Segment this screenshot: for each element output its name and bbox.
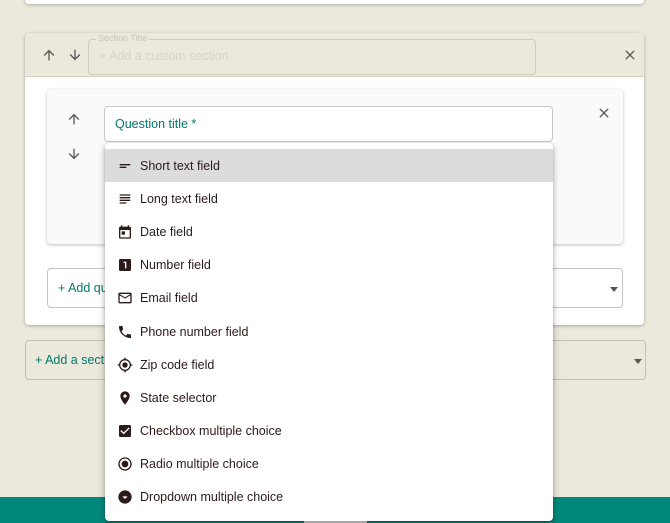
add-question-caret-icon: [610, 287, 618, 292]
section-title-label: Section Title: [96, 33, 150, 43]
number-one-icon: [117, 257, 133, 273]
menu-item-label: Phone number field: [140, 324, 249, 339]
add-question-label: + Add qu: [58, 281, 108, 295]
question-title-label: Question title *: [115, 117, 197, 131]
menu-item-long-text[interactable]: Long text field: [105, 182, 553, 215]
remove-section-close-icon[interactable]: [619, 44, 641, 66]
short-text-icon: [117, 158, 133, 174]
menu-item-checkbox-choice[interactable]: Checkbox multiple choice: [105, 415, 553, 448]
move-section-down-icon[interactable]: [64, 44, 86, 66]
menu-item-radio-choice[interactable]: Radio multiple choice: [105, 448, 553, 481]
section-title-field[interactable]: Section Title: [88, 33, 536, 75]
previous-card-edge: [25, 0, 644, 4]
menu-item-label: Checkbox multiple choice: [140, 424, 282, 439]
radio-button-icon: [117, 456, 133, 472]
menu-item-label: Long text field: [140, 191, 218, 206]
menu-item-email[interactable]: Email field: [105, 282, 553, 315]
move-question-down-icon[interactable]: [63, 143, 85, 165]
menu-item-label: Email field: [140, 291, 198, 306]
move-question-up-icon[interactable]: [63, 108, 85, 130]
mail-icon: [117, 290, 133, 306]
menu-item-label: Short text field: [140, 158, 220, 173]
menu-item-dropdown-choice[interactable]: Dropdown multiple choice: [105, 481, 553, 514]
field-type-menu: Short text field Long text field Date fi…: [105, 143, 553, 521]
menu-item-short-text[interactable]: Short text field: [105, 149, 553, 183]
long-text-icon: [117, 191, 133, 207]
phone-icon: [117, 324, 133, 340]
menu-item-label: Date field: [140, 224, 193, 239]
location-crosshair-icon: [117, 357, 133, 373]
move-section-up-icon[interactable]: [38, 44, 60, 66]
menu-item-phone[interactable]: Phone number field: [105, 315, 553, 348]
question-title-field[interactable]: Question title *: [104, 106, 553, 142]
dropdown-circle-icon: [117, 489, 133, 505]
section-header: Section Title: [25, 33, 644, 77]
menu-item-number[interactable]: Number field: [105, 249, 553, 282]
add-section-caret-icon: [634, 359, 642, 364]
menu-item-date[interactable]: Date field: [105, 215, 553, 248]
add-section-label: + Add a sectio: [35, 353, 114, 367]
menu-item-zip-code[interactable]: Zip code field: [105, 348, 553, 381]
calendar-icon: [117, 224, 133, 240]
menu-item-label: Dropdown multiple choice: [140, 490, 284, 505]
menu-item-state-selector[interactable]: State selector: [105, 381, 553, 414]
map-pin-icon: [117, 390, 133, 406]
menu-item-label: Number field: [140, 258, 211, 273]
remove-question-close-icon[interactable]: [593, 102, 615, 124]
checkbox-icon: [117, 423, 133, 439]
menu-item-label: State selector: [140, 390, 217, 405]
menu-item-label: Radio multiple choice: [140, 457, 259, 472]
section-title-input[interactable]: [99, 49, 519, 63]
menu-item-label: Zip code field: [140, 357, 215, 372]
